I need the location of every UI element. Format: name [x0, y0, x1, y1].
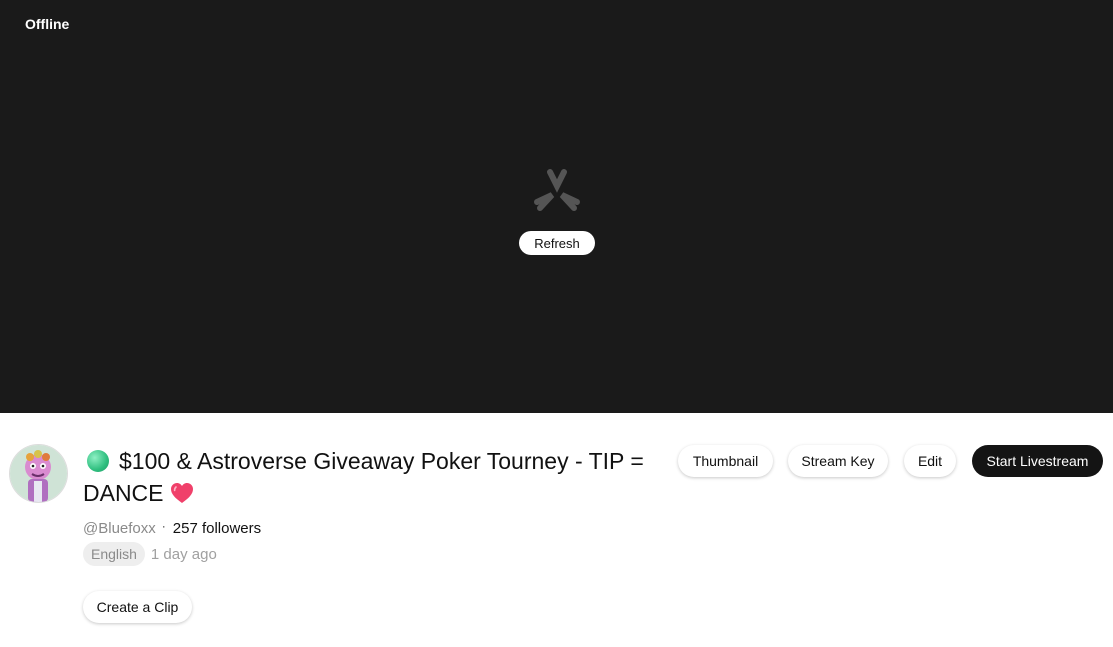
thumbnail-button[interactable]: Thumbnail	[678, 445, 773, 477]
stream-tags: English 1 day ago	[83, 542, 217, 566]
refresh-button[interactable]: Refresh	[519, 231, 595, 255]
heart-icon	[170, 483, 193, 503]
stream-key-button[interactable]: Stream Key	[788, 445, 888, 477]
follower-count: 257 followers	[172, 520, 262, 537]
stream-time-ago: 1 day ago	[150, 545, 217, 563]
offline-label: Offline	[25, 16, 70, 32]
avatar-image	[10, 445, 67, 502]
green-circle-icon	[87, 450, 109, 472]
video-player[interactable]: Offline Refresh	[0, 0, 1113, 413]
edit-button[interactable]: Edit	[904, 445, 956, 477]
language-tag[interactable]: English	[83, 542, 145, 566]
channel-meta: @Bluefoxx · 257 followers	[83, 516, 261, 542]
stream-title-text: $100 & Astroverse Giveaway Poker Tourney…	[83, 448, 644, 506]
create-clip-button[interactable]: Create a Clip	[83, 591, 192, 623]
avatar[interactable]	[10, 445, 67, 502]
meta-separator: ·	[161, 519, 166, 533]
kick-logo-icon	[534, 169, 580, 211]
channel-handle[interactable]: @Bluefoxx	[83, 519, 156, 539]
stream-title: $100 & Astroverse Giveaway Poker Tourney…	[83, 445, 663, 509]
start-livestream-button[interactable]: Start Livestream	[972, 445, 1103, 477]
